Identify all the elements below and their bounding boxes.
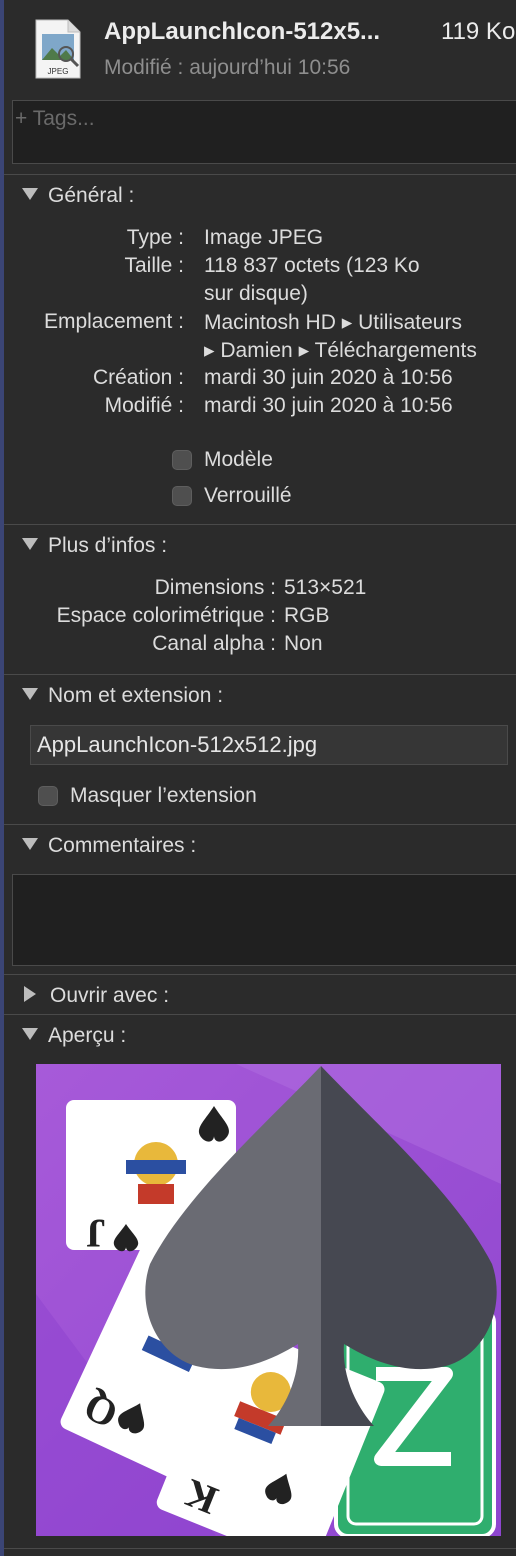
- file-icon-label: JPEG: [48, 67, 69, 76]
- section-preview-title: Aperçu :: [48, 1024, 127, 1047]
- section-open-with-title: Ouvrir avec :: [50, 984, 170, 1007]
- section-name-extension-title: Nom et extension :: [48, 684, 224, 707]
- modified-date: Modifié : aujourd’hui 10:56: [104, 56, 351, 79]
- divider: [4, 174, 516, 175]
- disclosure-triangle-icon: [22, 1028, 38, 1040]
- disclosure-triangle-icon: [22, 688, 38, 700]
- value-size-line2: sur disque): [204, 282, 308, 305]
- label-size: Taille :: [124, 254, 184, 277]
- value-size: 118 837 octets (123 Ko: [204, 254, 420, 277]
- divider: [4, 524, 516, 525]
- value-dimensions: 513×521: [284, 576, 367, 599]
- window-left-edge: [0, 0, 4, 1556]
- label-location: Emplacement :: [43, 310, 184, 333]
- jpeg-file-icon: JPEG: [34, 18, 82, 80]
- value-created: mardi 30 juin 2020 à 10:56: [204, 366, 453, 389]
- section-general-title: Général :: [48, 184, 135, 207]
- section-more-info-header[interactable]: Plus d’infos :: [22, 534, 167, 558]
- section-general-header[interactable]: Général :: [22, 184, 134, 208]
- disclosure-triangle-icon: [22, 188, 38, 200]
- section-preview-header[interactable]: Aperçu :: [22, 1024, 126, 1048]
- divider: [4, 824, 516, 825]
- comments-textarea[interactable]: [12, 874, 516, 966]
- filename-input[interactable]: AppLaunchIcon-512x512.jpg: [30, 725, 508, 765]
- filename-value: AppLaunchIcon-512x512.jpg: [37, 732, 318, 757]
- disclosure-triangle-icon: [22, 538, 38, 550]
- label-type: Type :: [126, 226, 184, 249]
- disclosure-triangle-icon: [22, 838, 38, 850]
- section-comments-title: Commentaires :: [48, 834, 197, 857]
- preview-image: J Q K: [36, 1064, 501, 1536]
- file-name: AppLaunchIcon-512x5...: [104, 18, 381, 45]
- section-more-info-title: Plus d’infos :: [48, 534, 168, 557]
- hide-extension-label: Masquer l’extension: [70, 784, 257, 807]
- divider: [4, 674, 516, 675]
- svg-text:J: J: [86, 1211, 106, 1256]
- label-color-space: Espace colorimétrique :: [56, 604, 276, 627]
- divider: [4, 1014, 516, 1015]
- label-created: Création :: [92, 366, 184, 389]
- tags-placeholder: + Tags...: [15, 107, 95, 130]
- value-alpha-channel: Non: [284, 632, 323, 655]
- locked-checkbox[interactable]: [172, 486, 192, 506]
- label-dimensions: Dimensions :: [154, 576, 276, 599]
- locked-label: Verrouillé: [204, 484, 292, 507]
- stationery-checkbox[interactable]: [172, 450, 192, 470]
- value-color-space: RGB: [284, 604, 330, 627]
- app-icon-preview: J Q K: [36, 1064, 501, 1536]
- info-header: JPEG AppLaunchIcon-512x5... 119 Ko Modif…: [0, 0, 516, 96]
- disclosure-triangle-collapsed-icon: [24, 986, 36, 1002]
- value-type: Image JPEG: [204, 226, 324, 249]
- section-open-with-header[interactable]: Ouvrir avec :: [22, 984, 169, 1008]
- stationery-label: Modèle: [204, 448, 273, 471]
- section-name-extension-header[interactable]: Nom et extension :: [22, 684, 223, 708]
- divider: [4, 974, 516, 975]
- value-modified: mardi 30 juin 2020 à 10:56: [204, 394, 453, 417]
- hide-extension-checkbox[interactable]: [38, 786, 58, 806]
- file-size: 119 Ko: [441, 18, 516, 45]
- section-comments-header[interactable]: Commentaires :: [22, 834, 196, 858]
- tags-field[interactable]: + Tags...: [12, 100, 516, 164]
- value-location-line2: ▸ Damien ▸ Téléchargements: [204, 339, 477, 362]
- label-modified: Modifié :: [104, 394, 184, 417]
- label-alpha-channel: Canal alpha :: [152, 632, 276, 655]
- divider: [4, 1548, 516, 1549]
- value-location: Macintosh HD ▸ Utilisateurs: [204, 311, 462, 334]
